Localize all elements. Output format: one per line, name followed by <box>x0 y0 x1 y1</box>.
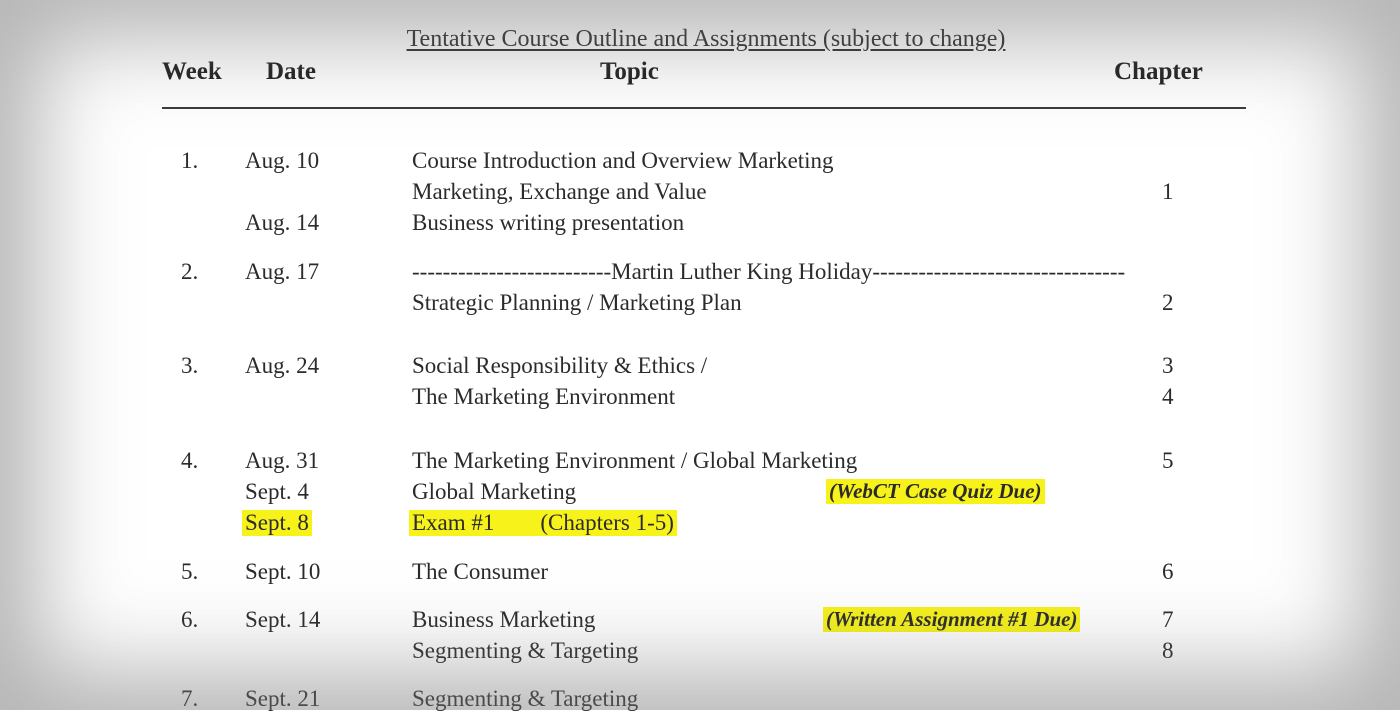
topic-cell: Marketing, Exchange and Value <box>412 179 707 204</box>
week-number: 2. <box>181 259 199 284</box>
date-cell: Aug. 14 <box>245 210 320 235</box>
date-cell: Sept. 14 <box>245 607 321 632</box>
header-rule <box>162 107 1246 109</box>
week-number: 1. <box>181 148 199 173</box>
chapter-cell: 6 <box>1162 559 1174 584</box>
topic-cell: Social Responsibility & Ethics / <box>412 353 708 378</box>
topic-cell: Strategic Planning / Marketing Plan <box>412 290 742 315</box>
chapter-cell: 1 <box>1162 179 1174 204</box>
topic-cell: Course Introduction and Overview Marketi… <box>412 148 834 173</box>
date-cell: Aug. 31 <box>245 448 320 473</box>
highlighted-exam: Exam #1 (Chapters 1-5) <box>409 510 677 536</box>
topic-cell: Business Marketing <box>412 607 596 632</box>
highlighted-date: Sept. 8 <box>242 510 312 536</box>
date-cell: Sept. 10 <box>245 559 321 584</box>
chapter-cell: 2 <box>1162 290 1174 315</box>
date-cell: Sept. 4 <box>245 479 309 504</box>
week-number: 7. <box>181 686 199 711</box>
date-cell: Aug. 10 <box>245 148 320 173</box>
chapter-cell: 4 <box>1162 384 1174 409</box>
date-cell: Aug. 24 <box>245 353 320 378</box>
document-title: Tentative Course Outline and Assignments… <box>406 26 1006 52</box>
topic-cell: The Consumer <box>412 559 549 584</box>
week-number: 6. <box>181 607 199 632</box>
highlighted-note: (WebCT Case Quiz Due) <box>826 479 1045 504</box>
week-number: 4. <box>181 448 199 473</box>
holiday-line: --------------------------Martin Luther … <box>412 259 1126 284</box>
topic-cell: Segmenting & Targeting <box>412 638 639 663</box>
header-chapter: Chapter <box>1114 58 1203 85</box>
chapter-cell: 8 <box>1162 638 1174 663</box>
date-cell: Sept. 21 <box>245 686 321 711</box>
week-number: 3. <box>181 353 199 378</box>
chapter-cell: 5 <box>1162 448 1174 473</box>
topic-cell: The Marketing Environment / Global Marke… <box>412 448 858 473</box>
highlighted-note: (Written Assignment #1 Due) <box>823 607 1081 632</box>
topic-cell: The Marketing Environment <box>412 384 676 409</box>
topic-cell: Business writing presentation <box>412 210 685 235</box>
chapter-cell: 3 <box>1162 353 1174 378</box>
header-week: Week <box>162 58 222 85</box>
topic-cell: Global Marketing <box>412 479 577 504</box>
date-cell: Aug. 17 <box>245 259 320 284</box>
week-number: 5. <box>181 559 199 584</box>
topic-cell: Segmenting & Targeting <box>412 686 639 711</box>
header-topic: Topic <box>600 58 659 85</box>
header-date: Date <box>266 58 316 85</box>
chapter-cell: 7 <box>1162 607 1174 632</box>
